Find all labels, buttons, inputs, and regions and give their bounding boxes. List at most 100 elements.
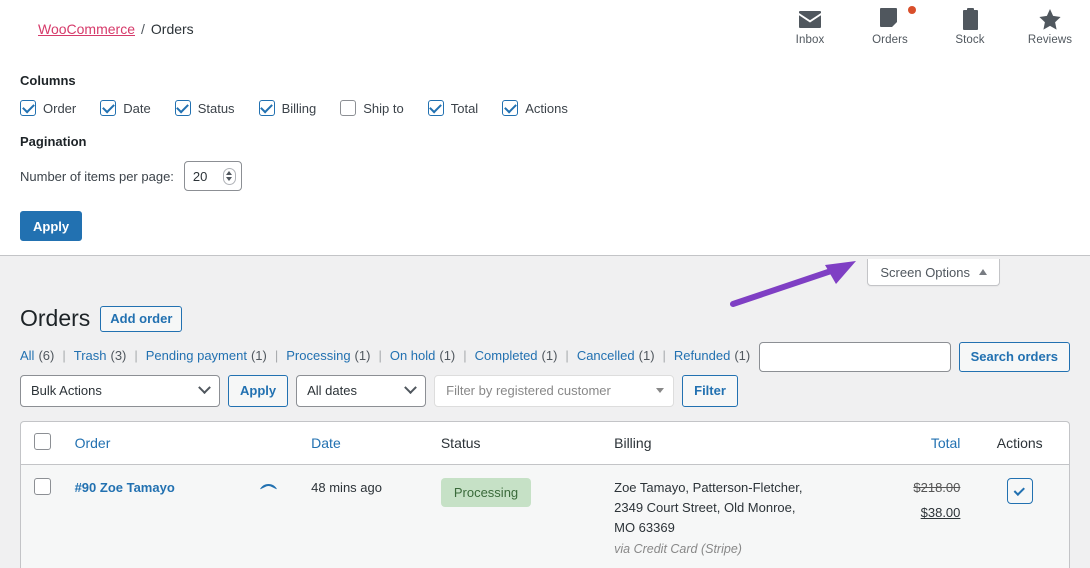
breadcrumb-separator: / [141, 20, 145, 37]
checkbox-icon-actions[interactable] [502, 100, 519, 116]
status-filter-processing[interactable]: Processing [286, 348, 350, 363]
status-filter-on-hold[interactable]: On hold [390, 348, 436, 363]
activity-label-inbox: Inbox [795, 34, 825, 46]
column-label-total: Total [450, 100, 479, 116]
billing-line-3: MO 63369 [614, 520, 675, 536]
chevron-up-icon [979, 269, 987, 275]
chevron-down-icon-dates [404, 381, 417, 395]
status-filter-all[interactable]: All [20, 348, 34, 363]
search-input[interactable] [758, 341, 951, 372]
row-date-cell: 48 mins ago [301, 464, 431, 568]
order-date: 48 mins ago [311, 479, 382, 495]
column-header-order-link[interactable]: Order [75, 435, 111, 451]
checkbox-icon-date[interactable] [100, 100, 117, 116]
bulk-apply-button[interactable]: Apply [228, 374, 289, 407]
column-checkbox-ship-to[interactable]: Ship to [340, 100, 404, 116]
add-order-button[interactable]: Add order [100, 305, 183, 332]
column-label-ship-to: Ship to [363, 100, 404, 116]
column-checkbox-order[interactable]: Order [20, 100, 76, 116]
breadcrumb-current: Orders [150, 20, 194, 37]
column-header-actions: Actions [970, 421, 1069, 465]
date-filter-value: All dates [307, 383, 357, 399]
columns-checkbox-row: Order Date Status Billing Ship to Total … [20, 100, 1070, 116]
row-status-cell: Processing [430, 464, 605, 568]
star-icon [1010, 7, 1090, 31]
column-checkbox-actions[interactable]: Actions [502, 100, 568, 116]
status-count-pending-payment: (1) [250, 347, 267, 363]
status-filter-trash[interactable]: Trash [74, 348, 107, 363]
screen-options-apply-button[interactable]: Apply [20, 211, 83, 241]
complete-order-button[interactable] [1006, 477, 1033, 504]
page-header: Orders Add order [0, 294, 1090, 334]
customer-filter-select[interactable]: Filter by registered customer [434, 374, 675, 407]
activity-item-stock[interactable]: Stock [930, 0, 1010, 46]
number-stepper-icon[interactable] [222, 167, 236, 185]
clipboard-icon [930, 7, 1010, 31]
status-badge: Processing [440, 477, 532, 508]
preview-eye-icon[interactable] [260, 483, 278, 494]
row-select-checkbox[interactable] [34, 477, 51, 495]
column-header-date-link[interactable]: Date [311, 435, 341, 451]
items-per-page-value: 20 [192, 168, 208, 184]
column-checkbox-status[interactable]: Status [174, 100, 235, 116]
orders-notification-badge [908, 6, 916, 14]
column-checkbox-billing[interactable]: Billing [258, 100, 316, 116]
select-all-checkbox[interactable] [34, 432, 51, 450]
row-select-cell [21, 464, 65, 568]
row-billing-cell: Zoe Tamayo, Patterson-Fletcher, 2349 Cou… [604, 464, 846, 568]
row-order-cell: #90 Zoe Tamayo [64, 464, 302, 568]
checkbox-icon-status[interactable] [174, 100, 191, 116]
screen-options-tab[interactable]: Screen Options [867, 259, 1000, 286]
column-header-total-link[interactable]: Total [931, 435, 961, 451]
checkbox-icon-billing[interactable] [258, 100, 275, 116]
activity-item-reviews[interactable]: Reviews [1010, 0, 1090, 46]
order-total-original: $218.00 [913, 479, 961, 495]
orders-table: Order Date Status Billing Total Actions [20, 420, 1070, 568]
document-icon [850, 6, 930, 31]
breadcrumb-woocommerce-link[interactable]: WooCommerce [38, 21, 135, 37]
screen-options-panel: Columns Order Date Status Billing Ship t… [0, 57, 1090, 256]
column-header-total[interactable]: Total [845, 421, 971, 465]
column-header-order[interactable]: Order [64, 421, 302, 465]
order-link[interactable]: #90 Zoe Tamayo [75, 478, 175, 499]
row-actions-cell [970, 464, 1069, 568]
pagination-heading: Pagination [20, 134, 87, 149]
screen-options-tab-label: Screen Options [880, 264, 970, 280]
screen-options-tab-zone: Screen Options [0, 256, 1090, 307]
top-bar: WooCommerce / Orders Inbox Orders Stock … [0, 0, 1090, 57]
checkbox-icon-total[interactable] [427, 100, 444, 116]
activity-item-orders[interactable]: Orders [850, 0, 930, 46]
status-filter-refunded[interactable]: Refunded [674, 348, 730, 363]
pagination-row: Number of items per page: 20 [20, 161, 1070, 191]
status-filter-pending-payment[interactable]: Pending payment [146, 348, 247, 363]
items-per-page-input[interactable]: 20 [183, 161, 242, 191]
order-total-current: $38.00 [920, 504, 961, 520]
envelope-icon [770, 7, 850, 31]
column-checkbox-date[interactable]: Date [100, 100, 151, 116]
status-count-on-hold: (1) [439, 347, 456, 363]
checkbox-icon-ship-to[interactable] [340, 100, 357, 116]
filter-button[interactable]: Filter [682, 374, 738, 407]
columns-heading: Columns [20, 73, 76, 88]
checkbox-icon-order[interactable] [20, 100, 36, 116]
column-header-status: Status [430, 421, 605, 465]
date-filter-select[interactable]: All dates [296, 374, 427, 407]
status-count-all: (6) [38, 347, 55, 363]
activity-label-orders: Orders [872, 34, 908, 46]
table-header-row: Order Date Status Billing Total Actions [21, 421, 1069, 465]
chevron-down-icon-customer [656, 388, 665, 394]
select-all-header [21, 421, 65, 465]
status-count-refunded: (1) [734, 347, 751, 363]
search-orders-button[interactable]: Search orders [958, 341, 1070, 372]
bulk-actions-select[interactable]: Bulk Actions [20, 374, 220, 407]
status-count-completed: (1) [541, 347, 558, 363]
column-checkbox-total[interactable]: Total [427, 100, 479, 116]
activity-panel: Inbox Orders Stock Reviews [770, 0, 1090, 57]
activity-item-inbox[interactable]: Inbox [770, 0, 850, 46]
status-filter-cancelled[interactable]: Cancelled [577, 348, 635, 363]
bulk-actions-value: Bulk Actions [31, 383, 102, 399]
status-filter-completed[interactable]: Completed [475, 348, 538, 363]
activity-label-stock: Stock [955, 34, 985, 46]
customer-filter-placeholder: Filter by registered customer [446, 383, 611, 399]
column-header-date[interactable]: Date [301, 421, 431, 465]
